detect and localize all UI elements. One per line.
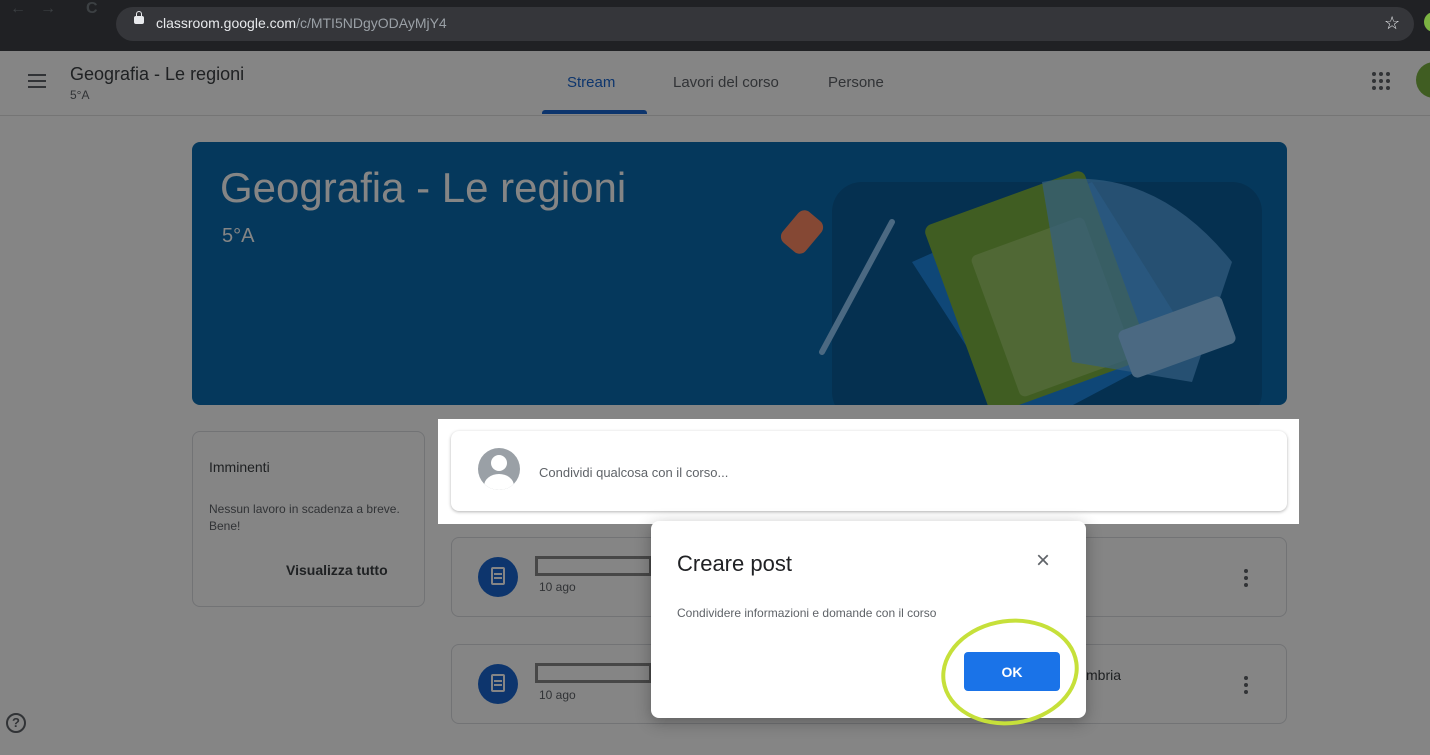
lock-icon [134, 11, 144, 24]
reload-icon[interactable]: C [86, 0, 98, 18]
back-icon[interactable]: ← [10, 0, 26, 18]
url-path: /c/MTI5NDgyODAyMjY4 [296, 15, 447, 31]
url-domain: classroom.google.com [156, 15, 297, 31]
dialog-title: Creare post [677, 551, 792, 576]
bookmark-star-icon[interactable]: ☆ [1384, 13, 1400, 34]
user-avatar-icon [478, 448, 520, 490]
share-input-placeholder[interactable]: Condividi qualcosa con il corso... [539, 465, 728, 480]
forward-icon[interactable]: → [40, 0, 56, 18]
dialog-text: Condividere informazioni e domande con i… [677, 606, 937, 620]
close-icon[interactable]: × [1036, 549, 1050, 573]
url-text[interactable]: classroom.google.com/c/MTI5NDgyODAyMjY4 [156, 15, 447, 31]
